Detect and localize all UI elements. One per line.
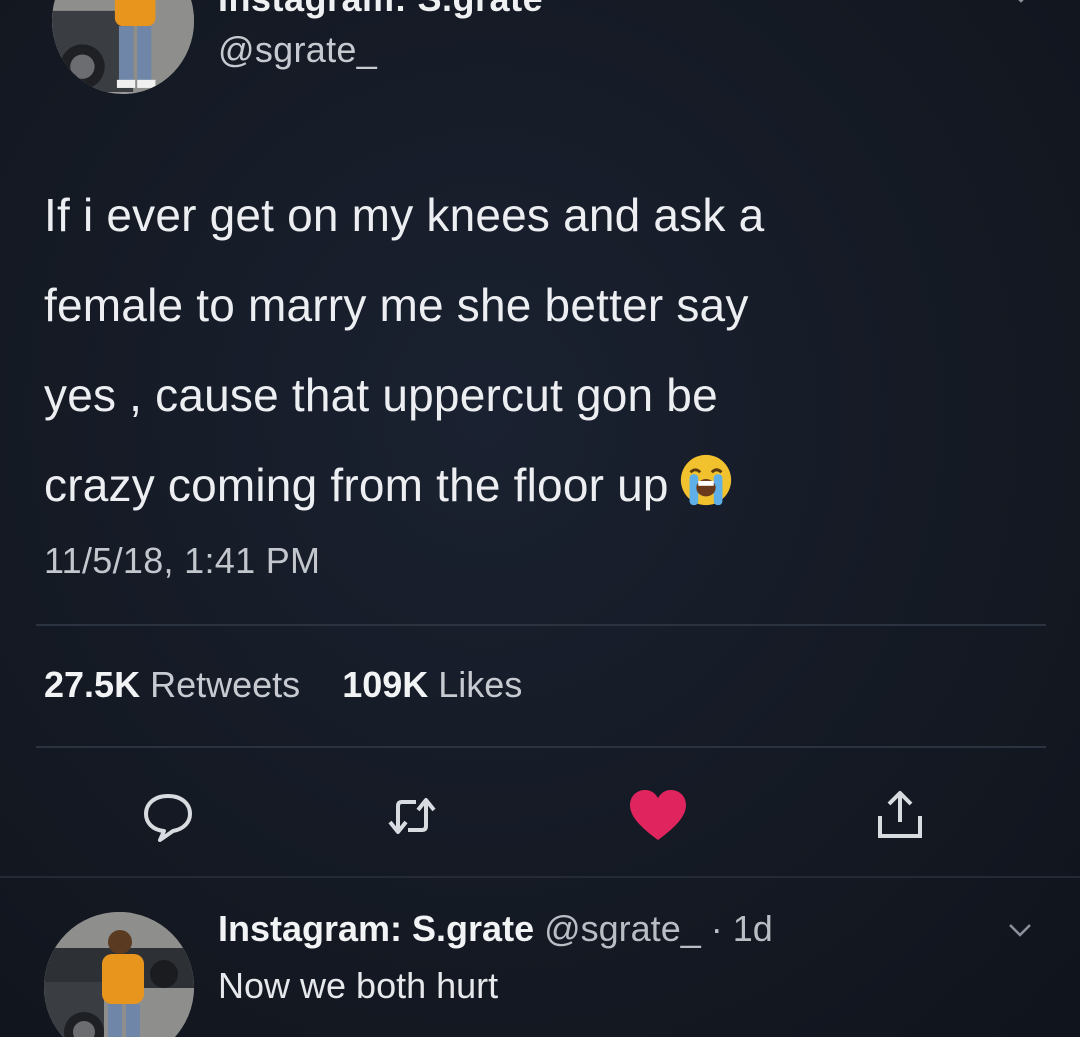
retweet-icon[interactable] — [382, 786, 442, 846]
chevron-down-icon[interactable] — [1004, 918, 1036, 942]
tweet-text-line: If i ever get on my knees and ask a — [44, 189, 765, 241]
tweet-text-line: yes , cause that uppercut gon be — [44, 369, 718, 421]
tweet-detail-screen: Instagram: S.grate @sgrate_ If i ever ge… — [0, 0, 1080, 1037]
chevron-down-icon[interactable] — [1010, 0, 1032, 8]
divider — [36, 624, 1046, 626]
tweet-stats: 27.5K Retweets 109K Likes — [44, 664, 522, 706]
author-handle[interactable]: @sgrate_ — [218, 29, 377, 71]
speech-bubble-icon[interactable] — [138, 786, 198, 846]
retweets-label[interactable]: Retweets — [150, 664, 300, 705]
likes-count[interactable]: 109K — [342, 664, 428, 705]
reply-text: Now we both hurt — [218, 965, 499, 1006]
likes-label[interactable]: Likes — [438, 664, 522, 705]
loudly-crying-face-icon — [680, 454, 731, 506]
tweet-text-line: crazy coming from the floor up — [44, 459, 669, 511]
tweet-text-line: female to marry me she better say — [44, 279, 749, 331]
tweet-text: If i ever get on my knees and ask a fema… — [44, 170, 964, 530]
reply-meta[interactable]: @sgrate_ · 1d — [544, 908, 773, 949]
divider — [36, 746, 1046, 748]
tweet-text-line-last: crazy coming from the floor up — [44, 440, 964, 530]
reply-author-avatar[interactable] — [44, 912, 194, 1037]
person-photo-icon — [44, 912, 194, 1037]
share-icon[interactable] — [870, 786, 930, 846]
retweets-count[interactable]: 27.5K — [44, 664, 140, 705]
reply-author-display-name[interactable]: Instagram: S.grate — [218, 908, 534, 949]
author-avatar[interactable] — [52, 0, 194, 94]
divider — [0, 876, 1080, 878]
reply-header: Instagram: S.grate @sgrate_ · 1d — [218, 908, 773, 950]
tweet-timestamp[interactable]: 11/5/18, 1:41 PM — [44, 540, 320, 582]
author-display-name[interactable]: Instagram: S.grate — [218, 0, 543, 20]
person-photo-icon — [52, 0, 194, 92]
heart-icon[interactable] — [626, 786, 690, 846]
